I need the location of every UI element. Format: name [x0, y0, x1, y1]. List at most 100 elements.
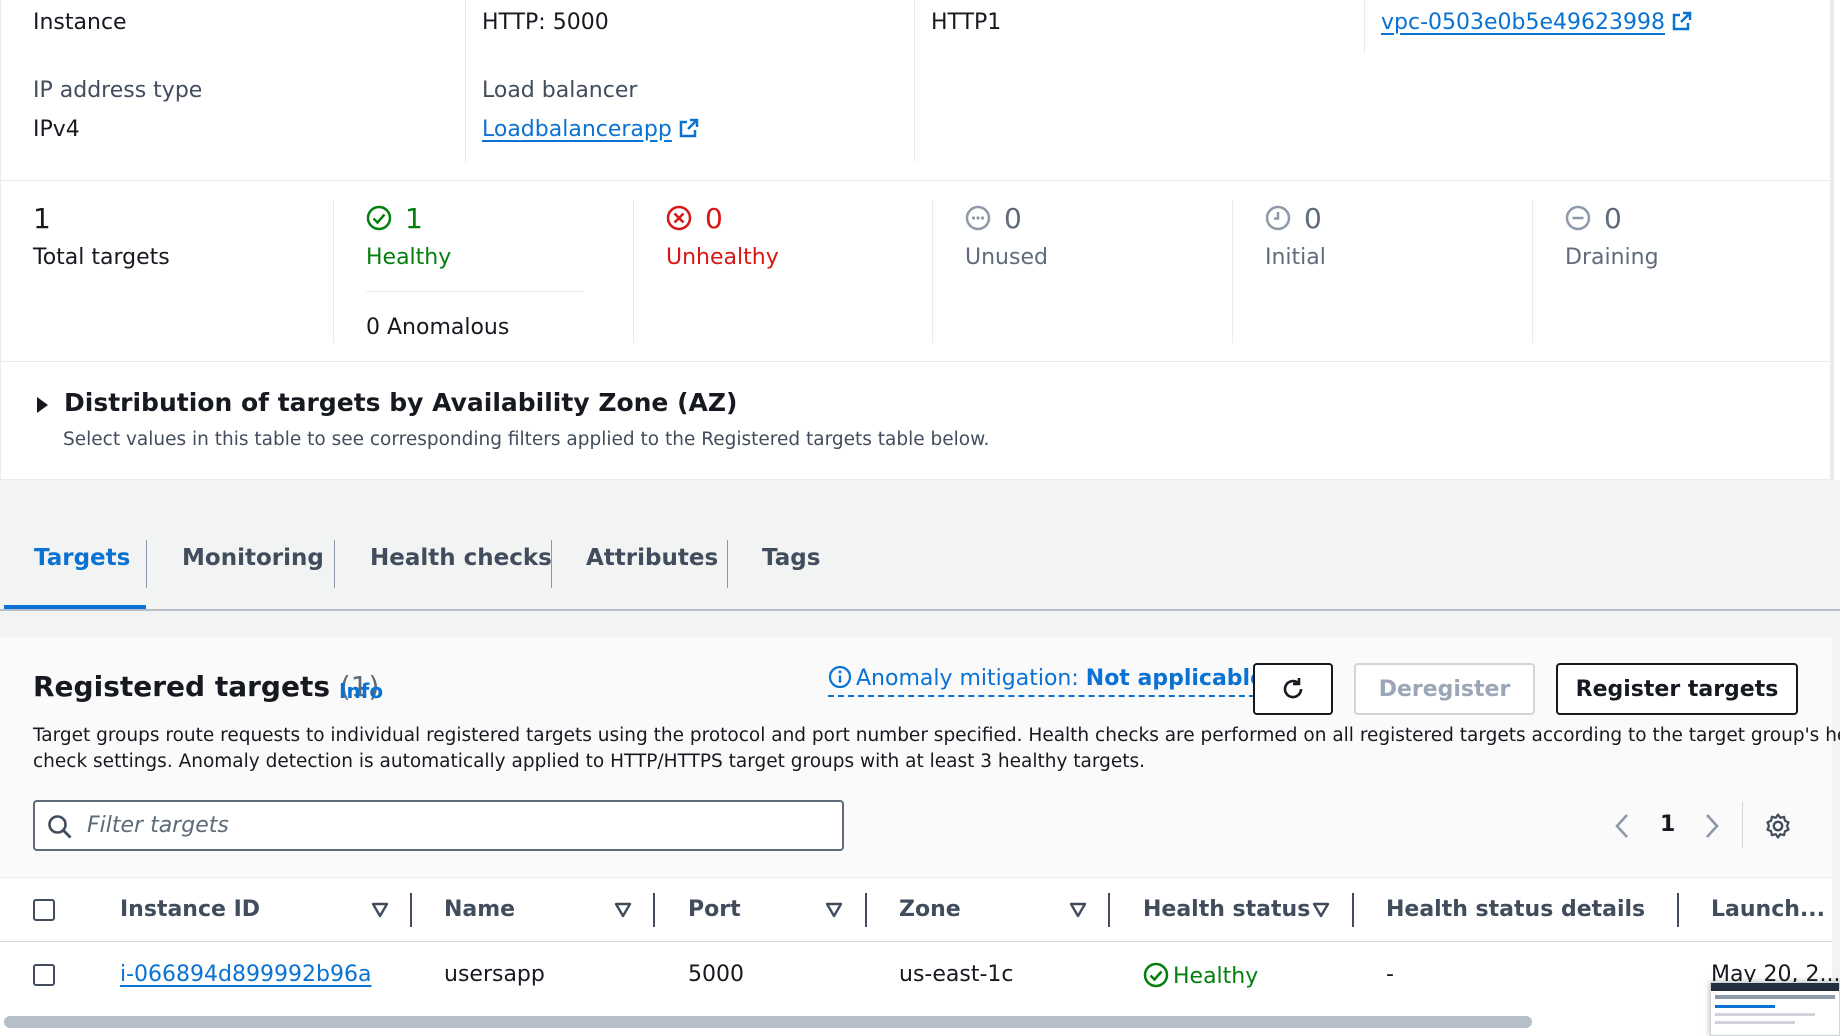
registered-targets-title: Registered targets [33, 670, 330, 703]
initial-count: 0 [1304, 202, 1322, 235]
healthy-label: Healthy [366, 245, 452, 270]
total-targets-count: 1 [33, 202, 51, 235]
filter-targets-placeholder: Filter targets [87, 813, 229, 838]
column-header-health-status-details[interactable]: Health status details [1386, 897, 1645, 922]
healthy-icon [366, 205, 392, 231]
load-balancer-link[interactable]: Loadbalancerapp [482, 117, 700, 142]
info-icon [828, 665, 852, 689]
gear-icon[interactable] [1764, 812, 1792, 840]
az-distribution-title[interactable]: Distribution of targets by Availability … [64, 388, 737, 417]
divider [932, 200, 933, 343]
refresh-button[interactable] [1253, 663, 1333, 715]
tab-attributes[interactable]: Attributes [586, 545, 718, 571]
unhealthy-icon [666, 205, 692, 231]
filter-targets-input[interactable]: Filter targets [33, 800, 844, 851]
column-separator[interactable] [1352, 893, 1354, 927]
registered-targets-heading: Registered targets (1) [33, 670, 379, 703]
refresh-icon [1283, 678, 1303, 699]
unhealthy-count: 0 [705, 202, 723, 235]
unused-label: Unused [965, 245, 1048, 270]
thumbnail-content [1715, 1021, 1795, 1024]
sort-icon[interactable] [1069, 902, 1087, 918]
column-header-launch[interactable]: Launch... [1711, 897, 1825, 922]
column-header-zone[interactable]: Zone [899, 897, 961, 922]
column-separator[interactable] [1677, 893, 1679, 927]
total-targets-label: Total targets [33, 245, 170, 270]
health-status-text: Healthy [1173, 964, 1259, 989]
ip-type-value: IPv4 [33, 117, 80, 142]
screenshot-thumbnail[interactable] [1710, 982, 1840, 1036]
caret-right-icon[interactable] [35, 396, 49, 414]
card-shadow [1830, 0, 1834, 480]
sort-icon[interactable] [825, 902, 843, 918]
unused-count: 0 [1004, 202, 1022, 235]
cell-port: 5000 [688, 962, 744, 987]
thumbnail-content [1715, 1005, 1775, 1008]
tab-targets[interactable]: Targets [34, 545, 130, 571]
divider [1232, 200, 1233, 343]
sort-icon[interactable] [614, 902, 632, 918]
ip-type-label: IP address type [33, 78, 203, 103]
cell-instance-id[interactable]: i-066894d899992b96a [120, 962, 371, 987]
column-separator[interactable] [865, 893, 867, 927]
column-separator[interactable] [410, 893, 412, 927]
external-link-icon [1672, 11, 1692, 31]
divider [333, 200, 334, 343]
az-distribution-subtitle: Select values in this table to see corre… [63, 429, 990, 450]
divider [0, 361, 1832, 362]
divider [1364, 0, 1365, 54]
select-all-checkbox[interactable] [33, 899, 55, 921]
search-icon [48, 815, 72, 839]
scrollbar-thumb[interactable] [4, 1016, 1532, 1028]
deregister-button[interactable]: Deregister [1354, 663, 1535, 715]
info-link[interactable]: Info [339, 679, 383, 703]
cell-name: usersapp [444, 962, 545, 987]
instance-id-link[interactable]: i-066894d899992b96a [120, 962, 371, 987]
column-header-instance-id[interactable]: Instance ID [120, 897, 260, 922]
sort-icon[interactable] [1312, 902, 1330, 918]
draining-count: 0 [1604, 202, 1622, 235]
sort-icon[interactable] [371, 902, 389, 918]
column-header-health-status[interactable]: Health status [1143, 897, 1310, 922]
protocol-version-value: HTTP1 [931, 10, 1002, 35]
divider [1532, 200, 1533, 343]
anomaly-mitigation-label: Anomaly mitigation: [856, 666, 1079, 691]
load-balancer-link-text[interactable]: Loadbalancerapp [482, 117, 672, 142]
chevron-right-icon[interactable] [1702, 812, 1722, 840]
column-separator[interactable] [1108, 893, 1110, 927]
tab-monitoring[interactable]: Monitoring [182, 545, 324, 571]
chevron-left-icon[interactable] [1612, 812, 1632, 840]
initial-icon [1265, 205, 1291, 231]
anomaly-mitigation[interactable]: Anomaly mitigation: Not applicable [828, 665, 1266, 697]
anomaly-mitigation-value: Not applicable [1085, 666, 1266, 691]
cell-health-status: Healthy [1143, 962, 1258, 989]
vpc-link-text[interactable]: vpc-0503e0b5e49623998 [1381, 10, 1665, 35]
healthy-count: 1 [405, 202, 423, 235]
column-header-name[interactable]: Name [444, 897, 515, 922]
divider [366, 291, 584, 292]
tab-tags[interactable]: Tags [762, 545, 820, 571]
column-separator[interactable] [653, 893, 655, 927]
column-header-port[interactable]: Port [688, 897, 741, 922]
target-type-value: Instance [33, 10, 127, 35]
tab-separator [551, 540, 552, 588]
divider [1742, 802, 1743, 848]
tabs-divider [0, 609, 1840, 611]
tab-separator [146, 540, 147, 588]
unused-icon [965, 205, 991, 231]
initial-label: Initial [1265, 245, 1326, 270]
horizontal-scrollbar[interactable] [0, 1010, 1832, 1036]
tab-health-checks[interactable]: Health checks [370, 545, 552, 571]
page-number[interactable]: 1 [1660, 812, 1675, 837]
vpc-link[interactable]: vpc-0503e0b5e49623998 [1381, 10, 1693, 35]
divider [465, 0, 466, 162]
load-balancer-label: Load balancer [482, 78, 638, 103]
divider [633, 200, 634, 343]
register-targets-button[interactable]: Register targets [1556, 663, 1798, 715]
anomalous-label: 0 Anomalous [366, 315, 510, 340]
tab-separator [334, 540, 335, 588]
cell-zone: us-east-1c [899, 962, 1014, 987]
registered-targets-description-1: Target groups route requests to individu… [33, 725, 1840, 746]
row-checkbox[interactable] [33, 964, 55, 986]
table-top-border [0, 877, 1832, 878]
